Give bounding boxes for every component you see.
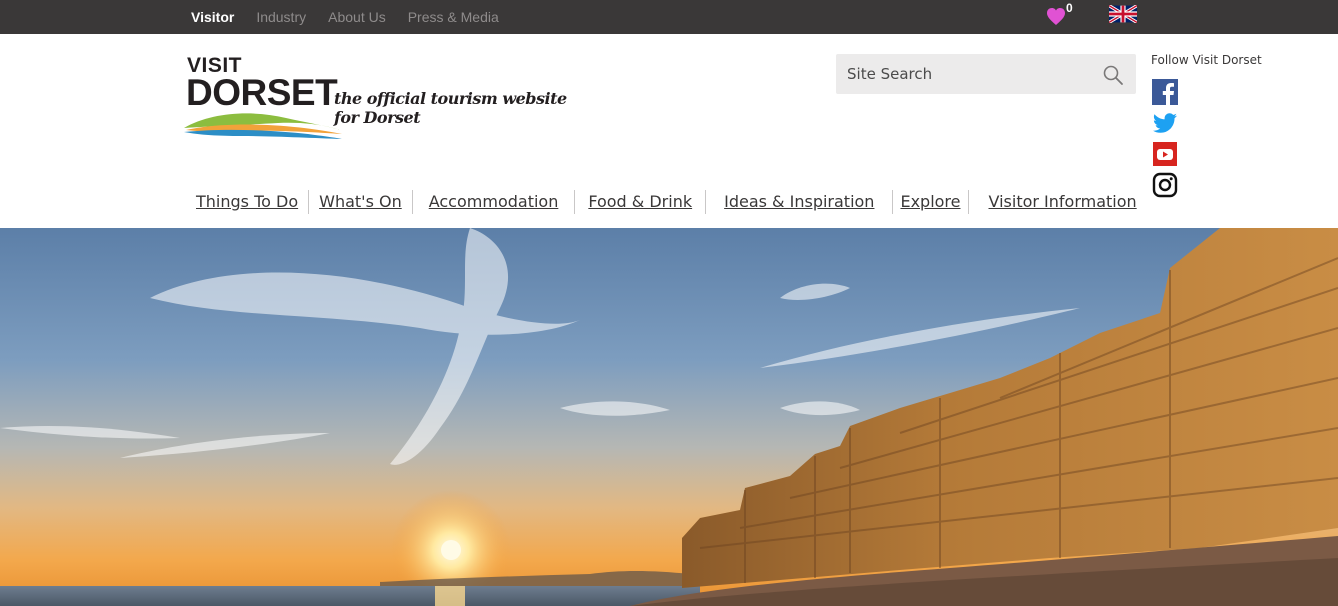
facebook-icon[interactable] [1152, 79, 1178, 105]
sunset-cliffs-illustration [0, 228, 1338, 606]
youtube-icon[interactable] [1152, 141, 1178, 167]
nav-whats-on[interactable]: What's On [309, 189, 412, 215]
nav-ideas-inspiration[interactable]: Ideas & Inspiration [706, 189, 892, 215]
logo-waves-icon [184, 113, 342, 139]
site-search-box [836, 54, 1136, 94]
nav-explore[interactable]: Explore [893, 189, 967, 215]
logo-tagline: the official tourism website for Dorset [334, 89, 567, 127]
audience-tab-about-us[interactable]: About Us [328, 9, 386, 25]
audience-tab-visitor[interactable]: Visitor [191, 9, 234, 25]
audience-tab-industry[interactable]: Industry [256, 9, 306, 25]
nav-things-to-do[interactable]: Things To Do [186, 189, 308, 215]
audience-nav: Visitor Industry About Us Press & Media [191, 0, 499, 34]
audience-tab-press-media[interactable]: Press & Media [408, 9, 499, 25]
site-search-input[interactable] [836, 54, 1096, 94]
nav-visitor-information[interactable]: Visitor Information [969, 189, 1137, 215]
uk-flag-icon[interactable] [1109, 5, 1137, 23]
visit-dorset-logo[interactable]: VISIT DORSET the official tourism websit… [182, 52, 592, 144]
search-icon[interactable] [1102, 64, 1124, 86]
main-nav: Things To Do What's On Accommodation Foo… [186, 189, 1137, 215]
top-utility-bar: Visitor Industry About Us Press & Media … [0, 0, 1338, 34]
nav-accommodation[interactable]: Accommodation [413, 189, 575, 215]
favourites-count: 0 [1066, 1, 1073, 15]
nav-food-drink[interactable]: Food & Drink [575, 189, 705, 215]
twitter-icon[interactable] [1152, 110, 1178, 136]
instagram-icon[interactable] [1152, 172, 1178, 198]
follow-heading: Follow Visit Dorset [1151, 53, 1262, 67]
hero-banner-image [0, 228, 1338, 606]
